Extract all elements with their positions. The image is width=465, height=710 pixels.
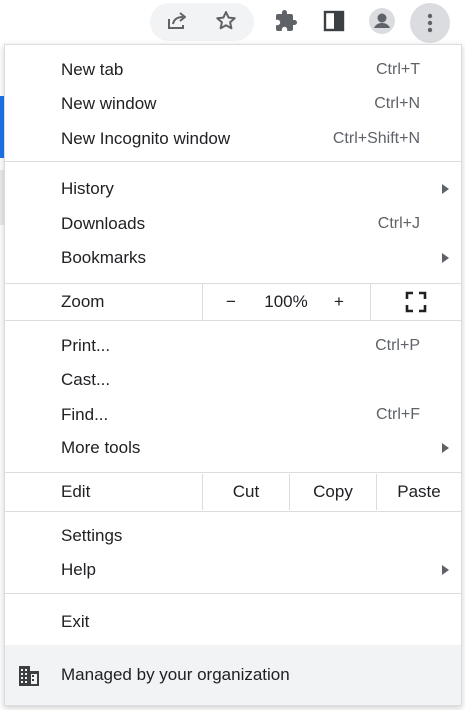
more-menu-icon: [427, 13, 433, 33]
extensions-icon: [276, 10, 297, 31]
profile-icon: [369, 8, 395, 34]
share-icon: [168, 12, 186, 29]
paste-button[interactable]: Paste: [377, 474, 461, 510]
zoom-divider: [202, 284, 203, 320]
menu-item-label: Downloads: [61, 214, 146, 233]
submenu-arrow-icon: [442, 565, 449, 575]
menu-item-new-window[interactable]: New window Ctrl+N: [5, 87, 461, 121]
zoom-out-button[interactable]: −: [211, 284, 251, 320]
side-panel-icon: [323, 10, 345, 32]
cut-label: Cut: [232, 482, 260, 501]
menu-item-new-incognito-window[interactable]: New Incognito window Ctrl+Shift+N: [5, 122, 461, 156]
menu-item-shortcut: Ctrl+J: [377, 215, 420, 232]
profile-button[interactable]: [366, 5, 398, 37]
submenu-arrow-icon: [442, 443, 449, 453]
managed-label: Managed by your organization: [61, 665, 290, 684]
side-panel-button[interactable]: [318, 5, 350, 37]
bookmark-star-icon: [216, 11, 236, 30]
menu-separator: [5, 472, 461, 473]
menu-item-shortcut: Ctrl+T: [376, 61, 420, 78]
extensions-button[interactable]: [270, 5, 302, 37]
paste-label: Paste: [397, 482, 441, 501]
submenu-arrow-icon: [442, 184, 449, 194]
menu-item-label: New tab: [61, 60, 124, 79]
menu-item-bookmarks[interactable]: Bookmarks: [5, 241, 461, 275]
menu-item-label: Settings: [61, 526, 123, 545]
menu-item-help[interactable]: Help: [5, 553, 461, 587]
menu-separator: [5, 593, 461, 594]
zoom-level-value: 100%: [264, 292, 308, 311]
zoom-out-label: −: [226, 292, 236, 311]
menu-item-label: History: [61, 179, 114, 198]
menu-item-settings[interactable]: Settings: [5, 519, 461, 553]
bookmark-star-button[interactable]: [210, 5, 242, 37]
zoom-in-label: +: [334, 292, 344, 311]
menu-separator: [5, 320, 461, 321]
menu-item-label: Bookmarks: [61, 248, 147, 267]
menu-separator: [5, 161, 461, 162]
menu-item-exit[interactable]: Exit: [5, 605, 461, 639]
menu-item-label: Exit: [61, 612, 90, 631]
menu-item-label: Find...: [61, 405, 109, 424]
menu-item-new-tab[interactable]: New tab Ctrl+T: [5, 53, 461, 87]
menu-item-label: Print...: [61, 336, 111, 355]
zoom-row: Zoom − 100% +: [5, 284, 461, 320]
menu-item-print[interactable]: Print... Ctrl+P: [5, 329, 461, 363]
zoom-in-button[interactable]: +: [319, 284, 359, 320]
menu-item-find[interactable]: Find... Ctrl+F: [5, 398, 461, 432]
menu-item-label: More tools: [61, 438, 141, 457]
menu-item-shortcut: Ctrl+N: [374, 95, 420, 112]
menu-separator: [5, 511, 461, 512]
menu-item-shortcut: Ctrl+P: [375, 337, 420, 354]
zoom-label: Zoom: [61, 292, 105, 311]
menu-item-cast[interactable]: Cast...: [5, 363, 461, 397]
menu-item-more-tools[interactable]: More tools: [5, 431, 461, 465]
submenu-arrow-icon: [442, 253, 449, 263]
fullscreen-button[interactable]: [371, 284, 461, 320]
zoom-level: 100%: [253, 284, 319, 320]
cut-button[interactable]: Cut: [203, 474, 289, 510]
menu-item-label: New Incognito window: [61, 129, 231, 148]
building-icon: [19, 666, 39, 686]
fullscreen-icon: [405, 291, 427, 313]
menu-item-shortcut: Ctrl+F: [376, 406, 420, 423]
edit-row: Edit Cut Copy Paste: [5, 474, 461, 510]
menu-item-label: New window: [61, 94, 157, 113]
copy-button[interactable]: Copy: [290, 474, 376, 510]
chrome-main-menu: New tab Ctrl+T New window Ctrl+N New Inc…: [4, 44, 462, 706]
copy-label: Copy: [313, 482, 353, 501]
menu-item-label: Cast...: [61, 370, 111, 389]
share-button[interactable]: [161, 5, 193, 37]
managed-by-organization[interactable]: Managed by your organization: [5, 645, 461, 705]
more-menu-button[interactable]: [410, 3, 450, 43]
browser-toolbar: [0, 0, 465, 44]
edit-label: Edit: [61, 482, 91, 501]
menu-item-downloads[interactable]: Downloads Ctrl+J: [5, 207, 461, 241]
menu-item-shortcut: Ctrl+Shift+N: [332, 130, 420, 147]
menu-item-history[interactable]: History: [5, 172, 461, 206]
menu-item-label: Help: [61, 560, 96, 579]
